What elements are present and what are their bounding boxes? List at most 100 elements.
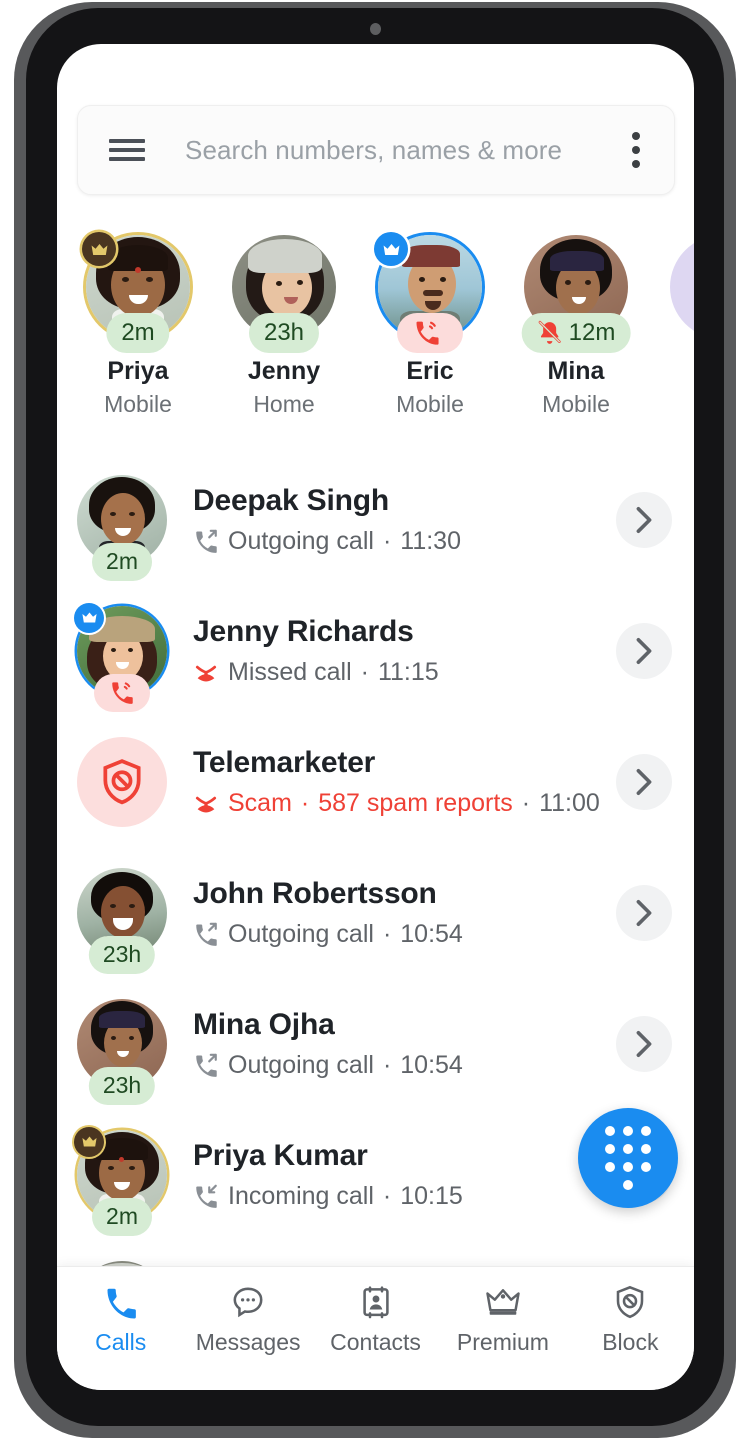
nav-item-contacts[interactable]: Contacts bbox=[312, 1284, 439, 1356]
avatar bbox=[77, 737, 167, 827]
spam-reports: 587 spam reports bbox=[318, 789, 513, 818]
favorite-subtitle: Mobile bbox=[542, 391, 610, 418]
nav-label: Block bbox=[602, 1329, 658, 1356]
avatar-wrap: 2m bbox=[77, 1130, 167, 1220]
call-type: Outgoing call bbox=[228, 920, 374, 949]
favorites-strip[interactable]: 2m Priya Mobile bbox=[57, 229, 694, 459]
table-row[interactable]: Jenny Richards Missed call · 11:15 bbox=[57, 585, 694, 716]
row-text: Jenny Richards Missed call · 11:15 bbox=[193, 615, 616, 687]
table-row[interactable]: 23h John Robertsson Outgoing call · 10:5… bbox=[57, 847, 694, 978]
favorite-item-priya[interactable]: 2m Priya Mobile bbox=[65, 229, 211, 459]
favorite-name: Jenny bbox=[248, 357, 320, 386]
table-row[interactable]: Telemarketer Scam · 587 spam reports · 1… bbox=[57, 716, 694, 847]
initial-avatar-label: M bbox=[670, 235, 694, 339]
front-camera-dot bbox=[370, 23, 381, 35]
call-time: 10:54 bbox=[400, 920, 463, 949]
favorite-item-m[interactable]: M M Mo bbox=[649, 229, 694, 459]
kebab-menu-icon[interactable] bbox=[632, 132, 640, 168]
nav-item-premium[interactable]: Premium bbox=[439, 1284, 566, 1356]
avatar-wrap: 23h bbox=[77, 868, 167, 958]
meta-separator-2: · bbox=[522, 789, 530, 818]
favorite-item-mina[interactable]: 12m Mina Mobile bbox=[503, 229, 649, 459]
gold-crown-icon bbox=[82, 232, 116, 266]
dialpad-icon bbox=[605, 1126, 651, 1190]
call-meta: Incoming call · 10:15 bbox=[193, 1182, 616, 1211]
nav-label: Contacts bbox=[330, 1329, 421, 1356]
meta-separator: · bbox=[383, 527, 391, 556]
chevron-right-icon[interactable] bbox=[616, 1016, 672, 1072]
favorite-item-eric[interactable]: Eric Mobile bbox=[357, 229, 503, 459]
favorite-time-pill: 23h bbox=[249, 313, 319, 353]
row-text: Deepak Singh Outgoing call · 11:30 bbox=[193, 484, 616, 556]
chevron-right-icon[interactable] bbox=[616, 754, 672, 810]
bottom-navigation: Calls Messages Contacts bbox=[57, 1266, 694, 1390]
pill-label: 2m bbox=[106, 548, 138, 575]
call-type: Missed call bbox=[228, 658, 352, 687]
call-type: Incoming call bbox=[228, 1182, 374, 1211]
phone-screen: Search numbers, names & more bbox=[57, 44, 694, 1390]
call-time: 11:30 bbox=[400, 527, 461, 556]
meta-separator: · bbox=[383, 1051, 391, 1080]
gold-crown-icon bbox=[74, 1127, 104, 1157]
favorite-name: Mina bbox=[548, 357, 605, 386]
dialpad-fab-button[interactable] bbox=[578, 1108, 678, 1208]
call-type: Outgoing call bbox=[228, 1051, 374, 1080]
chat-bubble-icon bbox=[230, 1284, 266, 1320]
nav-item-block[interactable]: Block bbox=[567, 1284, 694, 1356]
chevron-right-icon[interactable] bbox=[616, 885, 672, 941]
call-type: Outgoing call bbox=[228, 527, 374, 556]
favorite-subtitle: Home bbox=[253, 391, 314, 418]
outgoing-call-icon bbox=[193, 528, 219, 554]
favorite-name: Eric bbox=[406, 357, 453, 386]
nav-label: Premium bbox=[457, 1329, 549, 1356]
avatar-wrap bbox=[378, 235, 482, 339]
pill-label: 2m bbox=[121, 319, 154, 347]
avatar-wrap: 2m bbox=[86, 235, 190, 339]
favorite-time-pill: 2m bbox=[106, 313, 169, 353]
contact-card-icon bbox=[358, 1284, 394, 1320]
row-text: Mina Ojha Outgoing call · 10:54 bbox=[193, 1008, 616, 1080]
call-meta: Missed call · 11:15 bbox=[193, 658, 616, 687]
missed-call-icon bbox=[193, 659, 219, 685]
shield-block-icon bbox=[97, 757, 147, 807]
favorite-item-jenny[interactable]: 23h Jenny Home bbox=[211, 229, 357, 459]
favorite-muted-time-pill: 12m bbox=[522, 313, 631, 353]
crown-icon bbox=[484, 1284, 522, 1320]
avatar-wrap: 2m bbox=[77, 475, 167, 565]
shield-block-icon bbox=[612, 1284, 648, 1320]
pill-label: 12m bbox=[569, 319, 616, 347]
nav-label: Calls bbox=[95, 1329, 146, 1356]
call-time: 11:15 bbox=[378, 658, 439, 687]
contact-name: Telemarketer bbox=[193, 746, 616, 780]
pill-label: 23h bbox=[103, 1072, 141, 1099]
call-time: 10:15 bbox=[400, 1182, 463, 1211]
row-duration-pill: 23h bbox=[89, 936, 155, 974]
hamburger-icon[interactable] bbox=[109, 139, 145, 161]
outgoing-call-icon bbox=[193, 921, 219, 947]
nav-item-messages[interactable]: Messages bbox=[184, 1284, 311, 1356]
outgoing-call-icon bbox=[193, 1052, 219, 1078]
chevron-right-icon[interactable] bbox=[616, 492, 672, 548]
favorite-subtitle: Mobile bbox=[104, 391, 172, 418]
meta-separator: · bbox=[383, 920, 391, 949]
blue-crown-icon bbox=[374, 232, 408, 266]
avatar-wrap: M bbox=[670, 235, 694, 339]
row-duration-pill: 2m bbox=[92, 543, 152, 581]
phone-icon bbox=[103, 1284, 139, 1320]
nav-item-calls[interactable]: Calls bbox=[57, 1284, 184, 1356]
pill-label: 23h bbox=[103, 941, 141, 968]
contact-name: Mina Ojha bbox=[193, 1008, 616, 1042]
nav-label: Messages bbox=[196, 1329, 301, 1356]
table-row[interactable]: 23h Mina Ojha Outgoing call · 10:54 bbox=[57, 978, 694, 1109]
row-text: John Robertsson Outgoing call · 10:54 bbox=[193, 877, 616, 949]
bell-muted-icon bbox=[537, 320, 563, 346]
search-bar[interactable]: Search numbers, names & more bbox=[77, 105, 675, 195]
row-missed-call-pill bbox=[94, 674, 150, 712]
avatar-wrap: 12m bbox=[524, 235, 628, 339]
call-log-list: 2m Deepak Singh Outgoing call · 11:30 bbox=[57, 454, 694, 1371]
missed-call-icon bbox=[193, 790, 219, 816]
table-row[interactable]: 2m Deepak Singh Outgoing call · 11:30 bbox=[57, 454, 694, 585]
search-input[interactable]: Search numbers, names & more bbox=[185, 135, 632, 166]
incoming-call-icon bbox=[193, 1183, 219, 1209]
chevron-right-icon[interactable] bbox=[616, 623, 672, 679]
